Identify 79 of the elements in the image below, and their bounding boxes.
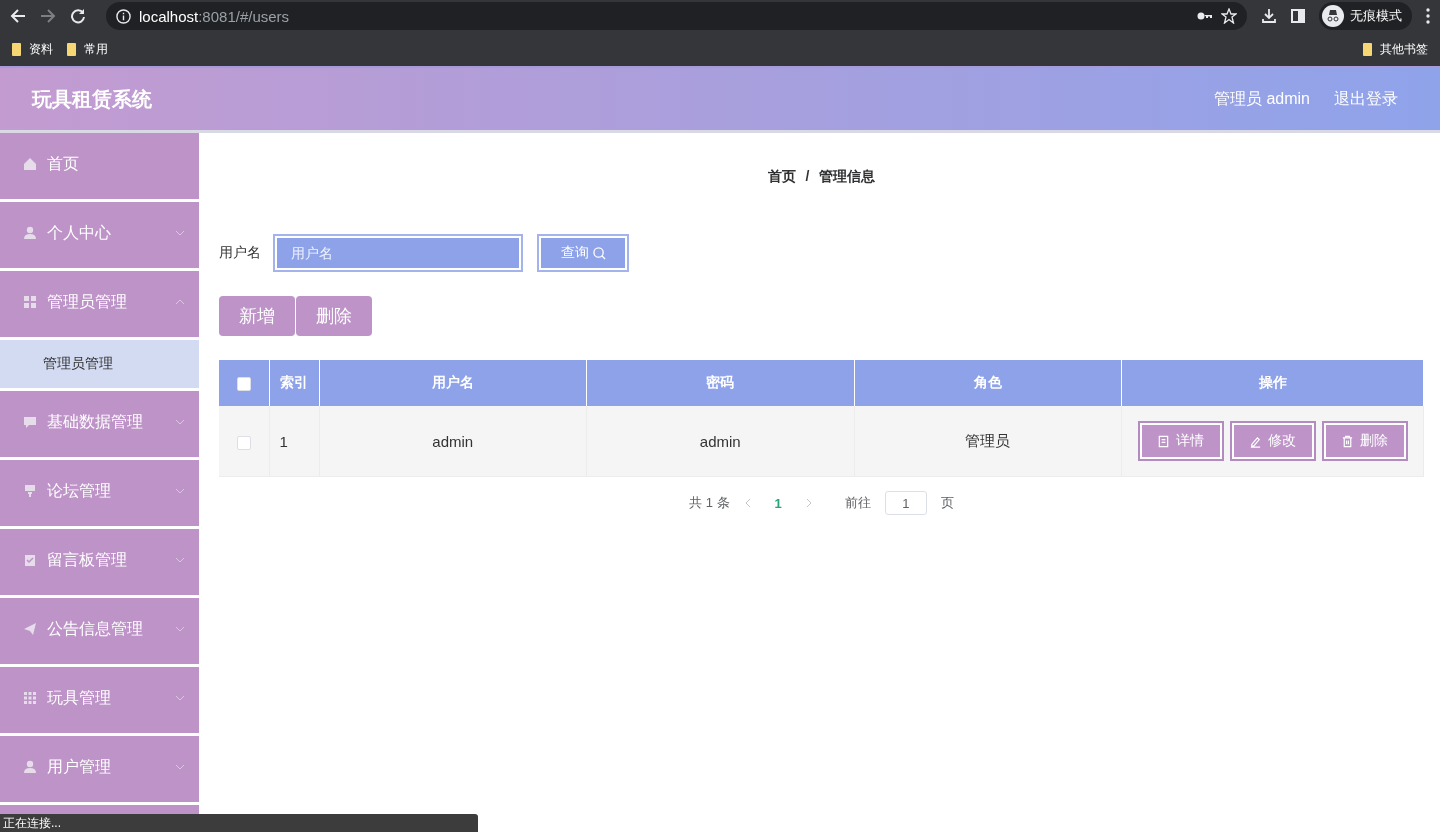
person-icon — [23, 760, 37, 774]
total-count: 共 1 条 — [689, 494, 730, 512]
dots-grid-icon — [23, 691, 37, 705]
sidebar-item[interactable]: 玩具管理 — [0, 667, 199, 733]
sidebar-item[interactable]: 首页 — [0, 133, 199, 199]
goto-label: 前往 — [844, 494, 871, 512]
sidebar-item[interactable]: 论坛管理 — [0, 460, 199, 526]
chevron-down-icon — [175, 419, 185, 425]
key-icon[interactable] — [1197, 11, 1213, 21]
side-panel-icon[interactable] — [1291, 9, 1305, 23]
table-cell: admin — [699, 432, 741, 450]
clipboard-icon — [23, 553, 37, 567]
info-icon — [116, 8, 131, 24]
chevron-down-icon — [175, 764, 185, 770]
other-bookmarks[interactable]: 其他书签 — [1363, 40, 1428, 58]
trash-icon — [1341, 434, 1354, 448]
column-header: 角色 — [973, 374, 1002, 390]
chat-bubble-icon — [23, 415, 37, 429]
row-action-button[interactable]: 删除 — [1323, 423, 1406, 459]
field-label: 用户名 — [219, 244, 261, 262]
column-header: 密码 — [706, 374, 735, 390]
username-input[interactable]: 用户名 — [275, 236, 521, 270]
table-cell: 管理员 — [965, 431, 1011, 449]
chevron-down-icon — [175, 626, 185, 632]
star-icon[interactable] — [1221, 8, 1237, 24]
forward-icon[interactable] — [40, 8, 56, 24]
sidebar-item[interactable]: 基础数据管理 — [0, 391, 199, 457]
sidebar-item[interactable]: 管理员管理 — [0, 271, 199, 337]
action-button[interactable]: 新增 — [219, 296, 295, 336]
url-text: localhost:8081/#/users — [139, 7, 290, 25]
column-header: 用户名 — [431, 374, 474, 390]
sidebar-item[interactable]: 公告信息管理 — [0, 598, 199, 664]
incognito-badge[interactable]: 无痕模式 — [1319, 2, 1412, 30]
sidebar-item[interactable]: 个人中心 — [0, 202, 199, 268]
bookmark[interactable]: 资料 — [12, 40, 53, 58]
chevron-down-icon — [175, 230, 185, 236]
row-checkbox[interactable] — [236, 435, 251, 450]
reload-icon[interactable] — [70, 8, 86, 24]
brush-icon — [23, 484, 37, 498]
grid-icon — [23, 295, 37, 309]
search-button[interactable]: 查询 — [539, 236, 627, 270]
chevron-down-icon — [175, 557, 185, 563]
paper-plane-icon — [23, 622, 37, 636]
column-header: 索引 — [280, 374, 308, 390]
chevron-down-icon — [175, 488, 185, 494]
more-menu-icon[interactable] — [1426, 8, 1430, 24]
document-icon — [1157, 434, 1170, 448]
pencil-icon — [1249, 434, 1262, 448]
incognito-icon — [1322, 5, 1344, 27]
breadcrumb-item[interactable]: 首页 — [767, 168, 796, 198]
table-cell: admin — [432, 432, 474, 450]
page-number[interactable]: 1 — [764, 495, 792, 511]
sidebar-item[interactable]: 留言板管理 — [0, 529, 199, 595]
sidebar-item[interactable]: 用户管理 — [0, 736, 199, 802]
download-icon[interactable] — [1261, 8, 1277, 24]
select-all-checkbox[interactable] — [236, 377, 251, 392]
status-text: 正在连接... — [3, 816, 61, 830]
table-cell: 1 — [279, 432, 288, 450]
submenu-item[interactable]: 管理员管理 — [0, 340, 199, 388]
app-title: 玩具租赁系统 — [32, 86, 153, 112]
row-action-button[interactable]: 修改 — [1231, 423, 1314, 459]
chevron-up-icon — [175, 299, 185, 305]
person-icon — [23, 226, 37, 240]
address-bar[interactable]: localhost:8081/#/users — [106, 2, 1247, 30]
page-input[interactable]: 1 — [884, 491, 927, 515]
user-label: 管理员 admin — [1213, 88, 1310, 109]
bookmark[interactable]: 常用 — [67, 40, 108, 58]
home-icon — [23, 157, 37, 171]
column-header: 操作 — [1258, 374, 1287, 390]
breadcrumb-item: 管理信息 — [819, 168, 876, 186]
back-icon[interactable] — [10, 8, 26, 24]
chevron-down-icon — [175, 695, 185, 701]
profile-label: 无痕模式 — [1350, 7, 1402, 25]
search-icon — [592, 246, 606, 260]
breadcrumb-separator: / — [805, 168, 810, 186]
action-button[interactable]: 删除 — [296, 296, 372, 336]
logout-link[interactable]: 退出登录 — [1334, 88, 1398, 110]
page-unit-label: 页 — [940, 494, 954, 512]
row-action-button[interactable]: 详情 — [1139, 423, 1222, 459]
